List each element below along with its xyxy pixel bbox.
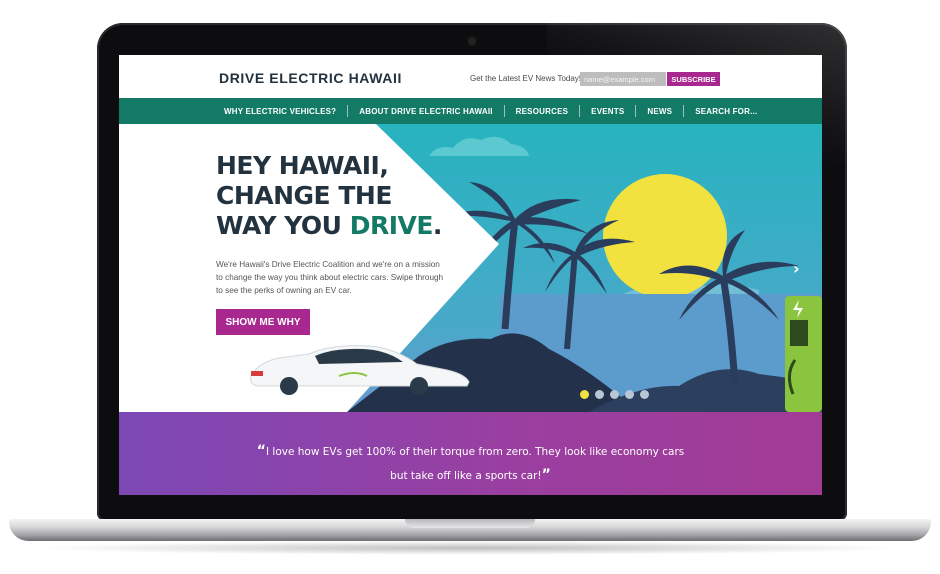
carousel-dot-1[interactable] xyxy=(580,390,589,399)
site-logo[interactable]: DRIVE ELECTRIC HAWAII xyxy=(219,70,402,86)
testimonial-text: I love how EVs get 100% of their torque … xyxy=(265,446,685,482)
testimonial-quote: “I love how EVs get 100% of their torque… xyxy=(249,440,692,488)
headline-line: HEY HAWAII, xyxy=(216,151,389,180)
car-taillight xyxy=(251,371,263,376)
carousel-dot-5[interactable] xyxy=(640,390,649,399)
carousel-dot-3[interactable] xyxy=(610,390,619,399)
car-wheel xyxy=(280,377,298,395)
show-me-why-button[interactable]: SHOW ME WHY xyxy=(216,309,310,335)
main-nav: WHY ELECTRIC VEHICLES? ABOUT DRIVE ELECT… xyxy=(119,98,822,124)
testimonial-banner: “I love how EVs get 100% of their torque… xyxy=(119,412,822,495)
nav-item-why-ev[interactable]: WHY ELECTRIC VEHICLES? xyxy=(213,105,347,117)
nav-item-events[interactable]: EVENTS xyxy=(580,105,635,117)
close-quote-mark: ” xyxy=(541,467,551,483)
nav-item-about[interactable]: ABOUT DRIVE ELECTRIC HAWAII xyxy=(348,105,503,117)
headline-accent: DRIVE xyxy=(349,211,434,240)
newsletter-email-input[interactable] xyxy=(580,72,666,86)
subscribe-button[interactable]: SUBSCRIBE xyxy=(667,72,720,86)
sun-shape xyxy=(603,174,727,298)
carousel-dots xyxy=(580,390,649,399)
car-wheel xyxy=(410,377,428,395)
headline-period: . xyxy=(432,211,443,240)
chevron-right-icon[interactable]: › xyxy=(793,259,800,278)
webcam xyxy=(468,37,476,45)
laptop-shadow xyxy=(30,541,910,555)
carousel-dot-2[interactable] xyxy=(595,390,604,399)
headline-line: CHANGE THE xyxy=(216,181,392,210)
laptop-screen: DRIVE ELECTRIC HAWAII Get the Latest EV … xyxy=(119,55,822,495)
newsletter-label: Get the Latest EV News Today! xyxy=(470,74,582,83)
nav-item-resources[interactable]: RESOURCES xyxy=(505,105,579,117)
laptop-opening-notch xyxy=(405,519,535,528)
hero-description: We're Hawaii's Drive Electric Coalition … xyxy=(216,260,444,295)
charger-screen xyxy=(790,320,808,346)
hero-carousel: HEY HAWAII, CHANGE THE WAY YOU DRIVE. We… xyxy=(119,124,822,412)
laptop-lid: DRIVE ELECTRIC HAWAII Get the Latest EV … xyxy=(97,23,847,521)
hero-headline: HEY HAWAII, CHANGE THE WAY YOU DRIVE. xyxy=(216,151,442,241)
headline-text: WAY YOU xyxy=(216,211,350,240)
nav-item-news[interactable]: NEWS xyxy=(636,105,683,117)
headline-line: WAY YOU DRIVE. xyxy=(216,211,442,241)
site-header: DRIVE ELECTRIC HAWAII Get the Latest EV … xyxy=(119,55,822,98)
nav-item-search[interactable]: SEARCH FOR... xyxy=(684,105,768,117)
carousel-dot-4[interactable] xyxy=(625,390,634,399)
ev-charger xyxy=(785,296,822,412)
open-quote-mark: “ xyxy=(256,443,266,459)
